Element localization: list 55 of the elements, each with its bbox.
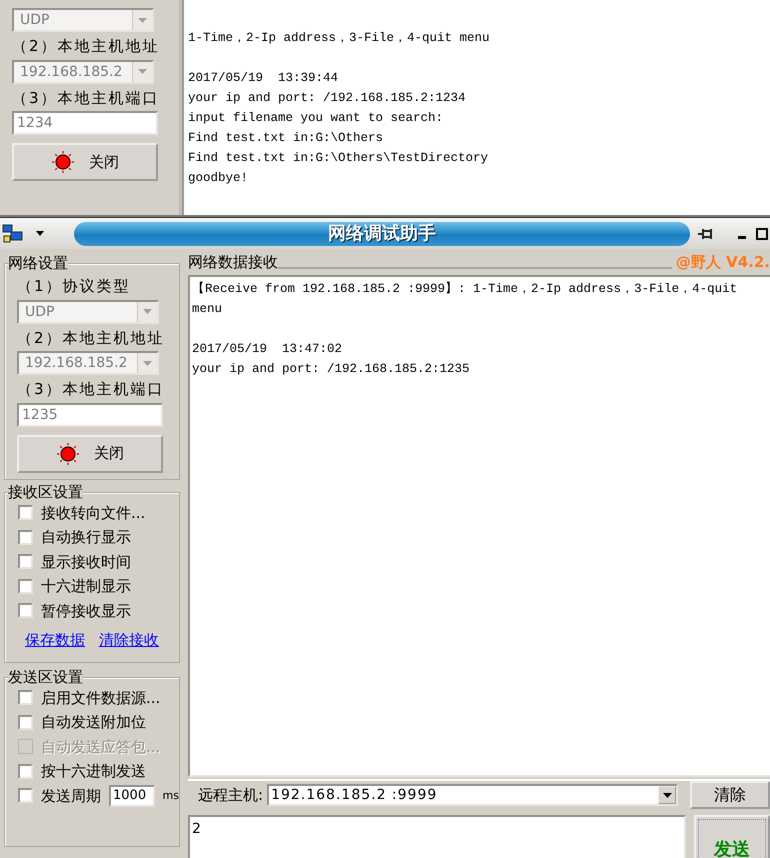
unit-label: ms — [162, 788, 179, 804]
period-field[interactable]: 1000 — [109, 784, 155, 807]
checkbox-label: 自动换行显示 — [41, 527, 131, 548]
log-line: your ip and port: /192.168.185.2:1234 — [188, 90, 467, 107]
checkbox-label: 启用文件数据源... — [41, 688, 160, 708]
field-label: （2）本地主机地址 — [17, 328, 165, 348]
send-field[interactable]: 2 — [188, 815, 686, 858]
field-label: （2）本地主机地址 — [12, 36, 160, 57]
log-line: your ip and port: /192.168.185.2:1235 — [192, 361, 471, 378]
log-line: input filename you want to search: — [188, 110, 444, 127]
field-label: （3）本地主机端口 — [12, 88, 160, 108]
maximize-icon[interactable] — [756, 228, 768, 240]
log-line: 【Receive from 192.168.185.2 :9999】: 1-Time，2-Ip address，3-File，4-quit menu — [192, 280, 738, 318]
checkbox[interactable] — [18, 603, 33, 618]
checkbox-label: 自动发送附加位 — [41, 712, 146, 733]
checkbox-label: 暂停接收显示 — [41, 600, 131, 622]
checkbox-label: 接收转向文件... — [41, 502, 146, 524]
checkbox-label: 显示接收时间 — [41, 552, 131, 572]
checkbox-label: 按十六进制发送 — [41, 761, 146, 782]
log-line: goodbye! — [188, 170, 250, 187]
log-line: 1-Time，2-Ip address，3-File，4-quit menu — [188, 30, 491, 47]
checkbox[interactable] — [18, 714, 33, 730]
field-label: （1）协议类型 — [17, 276, 131, 297]
checkbox-label: 自动发送应答包... — [41, 736, 160, 758]
checkbox[interactable] — [18, 505, 33, 520]
toggle-button[interactable]: 关闭 — [17, 434, 163, 472]
log-line: 2017/05/19 13:47:02 — [192, 341, 344, 358]
dropdown-arrow-icon[interactable] — [662, 792, 672, 798]
checkbox-label: 发送周期 — [41, 786, 101, 806]
caret-icon[interactable] — [36, 231, 44, 236]
group-title: 网络设置 — [8, 254, 68, 272]
link[interactable]: 清除接收 — [99, 629, 159, 652]
window-title: 网络调试助手 — [74, 222, 690, 246]
lamp-icon — [51, 150, 75, 174]
checkbox[interactable] — [18, 690, 33, 706]
remote-host-field[interactable]: 192.168.185.2 :9999 — [267, 784, 678, 806]
toggle-button[interactable]: 关闭 — [12, 143, 158, 181]
checkbox[interactable] — [18, 530, 33, 545]
checkbox-label: 十六进制显示 — [41, 576, 131, 597]
log-line: 2017/05/19 13:39:44 — [188, 70, 340, 87]
clear-button[interactable]: 清除 — [690, 781, 770, 809]
send-button[interactable]: 发送 — [694, 815, 770, 858]
group-title: 接收区设置 — [8, 482, 83, 500]
field-label: 远程主机: — [198, 784, 264, 806]
group-title: 发送区设置 — [8, 668, 83, 686]
computer-network-icon[interactable] — [2, 224, 24, 244]
checkbox[interactable] — [18, 554, 33, 570]
log-line: Find test.txt in:G:\Others\TestDirectory — [188, 150, 490, 167]
link[interactable]: 保存数据 — [25, 629, 85, 652]
log-line: Find test.txt in:G:\Others — [188, 130, 384, 147]
field-label: （3）本地主机端口 — [17, 379, 165, 400]
lamp-icon — [56, 442, 80, 466]
checkbox[interactable] — [18, 788, 33, 804]
checkbox[interactable] — [18, 578, 33, 594]
checkbox[interactable] — [18, 764, 33, 779]
